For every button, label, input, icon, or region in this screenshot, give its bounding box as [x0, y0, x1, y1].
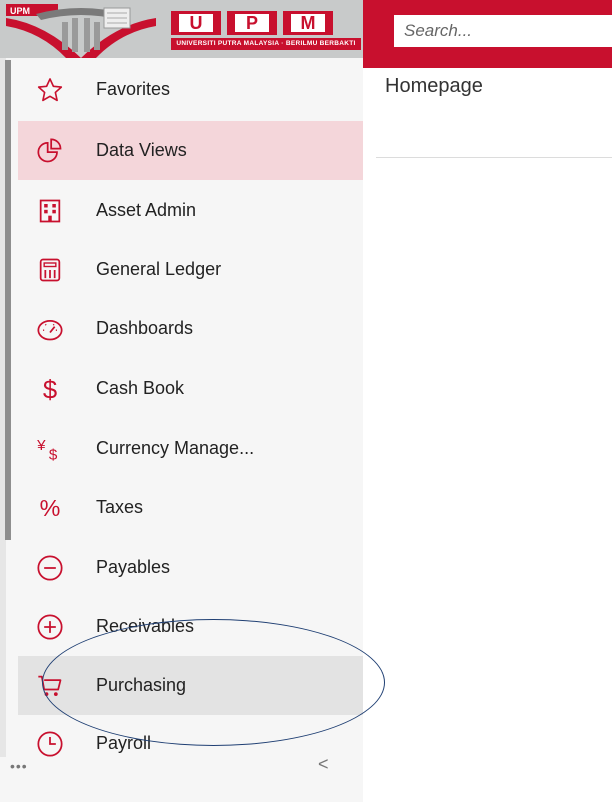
sidebar-footer	[0, 757, 363, 802]
sidebar-item-payables[interactable]: Payables	[18, 538, 363, 597]
calculator-icon	[30, 250, 70, 290]
svg-text:$: $	[49, 446, 58, 463]
dollar-icon: $	[30, 369, 70, 409]
sidebar-scrollbar-thumb[interactable]	[5, 60, 11, 540]
sidebar-item-general-ledger[interactable]: General Ledger	[18, 240, 363, 299]
sidebar-item-label: Dashboards	[96, 318, 194, 338]
collapse-sidebar-icon[interactable]: <	[318, 754, 329, 775]
gauge-icon	[30, 309, 70, 349]
percent-icon: %	[30, 488, 70, 528]
upm-emblem-logo: UPM	[6, 4, 156, 58]
sidebar-item-label: Taxes	[96, 497, 144, 517]
sidebar-item-dashboards[interactable]: Dashboards	[18, 299, 363, 358]
sidebar-item-label: Payables	[96, 557, 171, 577]
svg-text:%: %	[40, 495, 61, 521]
more-options-icon[interactable]: •••	[10, 758, 28, 774]
sidebar-item-receivables[interactable]: Receivables	[18, 597, 363, 656]
svg-text:$: $	[43, 376, 57, 403]
pie-chart-icon	[30, 131, 70, 171]
star-icon	[30, 70, 70, 110]
brand-subtitle: UNIVERSITI PUTRA MALAYSIA · BERILMU BERB…	[171, 38, 361, 50]
svg-text:UPM: UPM	[10, 6, 30, 16]
header-divider	[376, 157, 612, 158]
sidebar-item-cash-book[interactable]: $ Cash Book	[18, 359, 363, 418]
sidebar-item-asset-admin[interactable]: Asset Admin	[18, 181, 363, 240]
sidebar-item-favorites[interactable]: Favorites	[18, 60, 363, 119]
sidebar-item-label: Purchasing	[96, 675, 187, 695]
brand-letter: P	[227, 11, 277, 35]
sidebar-item-label: Payroll	[96, 733, 152, 753]
plus-circle-icon	[30, 607, 70, 647]
upm-brand-letters: U P M	[171, 11, 333, 35]
sidebar-item-label: Asset Admin	[96, 200, 197, 220]
sidebar-item-taxes[interactable]: % Taxes	[18, 478, 363, 537]
sidebar-item-label: Receivables	[96, 616, 195, 636]
building-icon	[30, 191, 70, 231]
sidebar-item-currency-manage[interactable]: ¥ $ Currency Manage...	[18, 419, 363, 478]
currency-icon: ¥ $	[30, 429, 70, 469]
brand-letter: M	[283, 11, 333, 35]
sidebar-item-label: General Ledger	[96, 259, 222, 279]
page-title: Homepage	[385, 75, 483, 97]
logo-area: UPM U P M UNIVERSITI PUTRA MALAYSIA · BE…	[0, 0, 363, 58]
brand-letter: U	[171, 11, 221, 35]
sidebar-item-data-views[interactable]: Data Views	[18, 121, 363, 180]
cart-icon	[30, 666, 70, 706]
sidebar-item-label: Currency Manage...	[96, 438, 255, 458]
sidebar-item-purchasing[interactable]: Purchasing	[18, 656, 363, 715]
svg-text:¥: ¥	[36, 437, 46, 454]
sidebar-item-label: Cash Book	[96, 378, 185, 398]
minus-circle-icon	[30, 548, 70, 588]
sidebar-item-label: Data Views	[96, 140, 187, 160]
sidebar-item-label: Favorites	[96, 79, 171, 99]
search-input[interactable]	[394, 15, 612, 47]
